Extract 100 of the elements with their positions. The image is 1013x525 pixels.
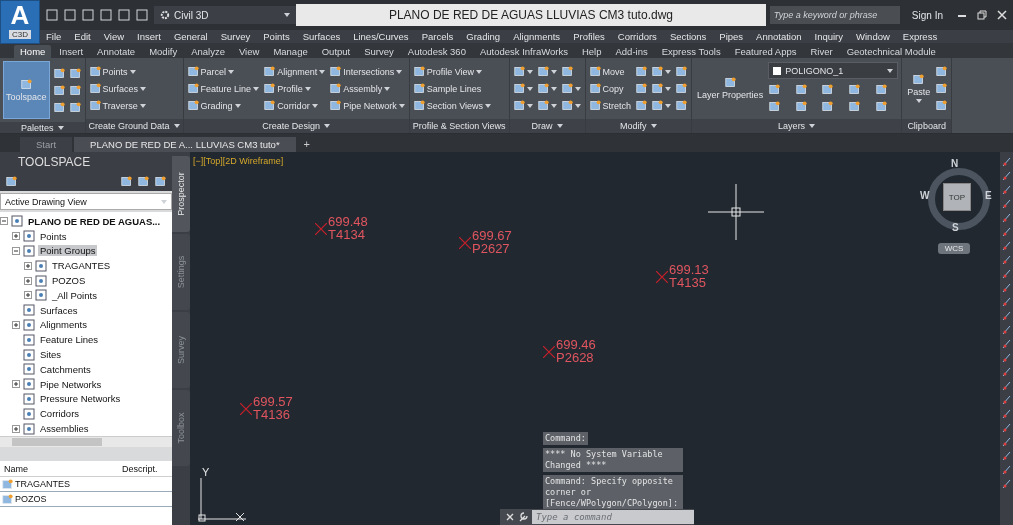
panel-title[interactable]: Draw: [509, 119, 585, 133]
ribbon-tool[interactable]: Profile: [263, 82, 327, 95]
tool-icon[interactable]: [1001, 184, 1012, 195]
tree-item[interactable]: Catchments: [38, 363, 93, 375]
tool-icon[interactable]: [1001, 394, 1012, 405]
tree-item[interactable]: Feature Lines: [38, 334, 101, 346]
view-dropdown[interactable]: Active Drawing View: [0, 193, 172, 210]
ribbon-tab[interactable]: Analyze: [185, 45, 231, 58]
menu-item[interactable]: Parcels: [421, 31, 454, 42]
big-tool-button[interactable]: Layer Properties: [695, 75, 766, 102]
tool-icon[interactable]: [1001, 380, 1012, 391]
tool-icon[interactable]: [1001, 254, 1012, 265]
ribbon-tool-button[interactable]: [52, 83, 66, 97]
ribbon-tool[interactable]: Alignment: [263, 65, 327, 78]
tool-icon[interactable]: [187, 100, 199, 111]
tool-icon[interactable]: [89, 66, 101, 77]
ribbon-tool[interactable]: Move: [588, 65, 633, 78]
document-tab[interactable]: Start: [20, 137, 73, 152]
tool-icon[interactable]: [138, 176, 149, 187]
tool-icon[interactable]: [330, 66, 342, 77]
menu-item[interactable]: General: [173, 31, 208, 42]
ribbon-tool[interactable]: Intersections: [329, 65, 406, 78]
expand-icon[interactable]: [12, 232, 20, 241]
ribbon-tool[interactable]: Grading: [186, 99, 261, 112]
menu-item[interactable]: Edit: [74, 31, 91, 42]
menu-item[interactable]: Profiles: [573, 31, 605, 42]
new-tab-button[interactable]: +: [297, 136, 317, 152]
ribbon-tab[interactable]: Modify: [143, 45, 184, 58]
ribbon-tool[interactable]: Section Views: [412, 99, 493, 112]
ribbon-tool-button[interactable]: [635, 82, 649, 95]
ribbon-tool-button[interactable]: [536, 82, 558, 95]
restore-icon[interactable]: [977, 10, 987, 20]
ribbon-tool-button[interactable]: [935, 99, 949, 112]
quick-access-icon[interactable]: [136, 9, 148, 21]
column-header[interactable]: Name: [0, 463, 118, 474]
menu-item[interactable]: Window: [856, 31, 890, 42]
ribbon-tab[interactable]: Featured Apps: [728, 45, 803, 58]
compass-label[interactable]: S: [952, 222, 959, 233]
menu-item[interactable]: Inquiry: [814, 31, 844, 42]
ribbon-tool-button[interactable]: [560, 82, 582, 95]
tool-icon[interactable]: [589, 100, 601, 111]
wrench-icon[interactable]: [518, 512, 528, 522]
menu-item[interactable]: Points: [263, 31, 290, 42]
ribbon-tool-button[interactable]: [635, 65, 649, 78]
tool-icon[interactable]: [1001, 478, 1012, 489]
close-icon[interactable]: [997, 10, 1007, 20]
ribbon-tab[interactable]: Add-ins: [609, 45, 654, 58]
collapse-icon[interactable]: [12, 247, 20, 255]
document-tab[interactable]: PLANO DE RED DE A... LLUVIAS CM3 tuto*: [74, 137, 296, 152]
tool-icon[interactable]: [187, 66, 199, 77]
tool-icon[interactable]: [1001, 310, 1012, 321]
ribbon-tool[interactable]: Stretch: [588, 99, 633, 112]
compass-label[interactable]: W: [920, 190, 930, 201]
tree-item[interactable]: Assemblies: [38, 423, 91, 435]
ribbon-tool[interactable]: Points: [88, 65, 148, 78]
expand-icon[interactable]: [12, 424, 20, 433]
expand-icon[interactable]: [12, 380, 20, 389]
ribbon-tool-button[interactable]: [675, 99, 689, 112]
expand-icon[interactable]: [24, 261, 32, 270]
tree-item[interactable]: Points: [38, 230, 69, 242]
ribbon-tool-button[interactable]: [512, 99, 534, 112]
tool-icon[interactable]: [1001, 422, 1012, 433]
tool-icon[interactable]: [1001, 170, 1012, 181]
drawing-canvas[interactable]: [190, 152, 1000, 525]
ribbon-tool[interactable]: Assembly: [329, 82, 406, 95]
menu-item[interactable]: Express: [902, 31, 938, 42]
panel-title[interactable]: Layers: [692, 119, 902, 133]
panel-title[interactable]: Create Design: [183, 119, 409, 133]
ribbon-tool-button[interactable]: [68, 66, 82, 80]
expand-icon[interactable]: [24, 276, 32, 285]
ribbon-tool-button[interactable]: [536, 99, 558, 112]
ribbon-tool-button[interactable]: [52, 66, 66, 80]
ribbon-tab[interactable]: View: [232, 45, 266, 58]
tool-icon[interactable]: [724, 77, 736, 88]
close-icon[interactable]: [506, 513, 514, 521]
tool-icon[interactable]: [89, 83, 101, 94]
tree-item[interactable]: Sites: [38, 349, 64, 361]
tool-icon[interactable]: [1001, 226, 1012, 237]
quick-access-icon[interactable]: [64, 9, 76, 21]
app-logo[interactable]: A C3D: [0, 0, 40, 44]
ribbon-tool[interactable]: Corridor: [263, 99, 327, 112]
tool-icon[interactable]: [264, 66, 276, 77]
sign-in-link[interactable]: Sign In: [911, 9, 943, 21]
ribbon-tool-button[interactable]: [935, 65, 949, 78]
ribbon-tab[interactable]: Survey: [358, 45, 400, 58]
tool-icon[interactable]: [1001, 156, 1012, 167]
menu-item[interactable]: Sections: [669, 31, 707, 42]
ribbon-tool-button[interactable]: [651, 99, 673, 112]
command-field[interactable]: Type a command: [532, 510, 694, 524]
tool-icon[interactable]: [1001, 212, 1012, 223]
ribbon-tool-button[interactable]: [675, 65, 689, 78]
tool-icon[interactable]: [413, 66, 425, 77]
tool-icon[interactable]: [1001, 352, 1012, 363]
tool-icon[interactable]: [264, 100, 276, 111]
collapse-icon[interactable]: [0, 217, 8, 226]
tool-icon[interactable]: [1001, 366, 1012, 377]
viewcube-face[interactable]: TOP: [943, 183, 971, 211]
menu-item[interactable]: Annotation: [756, 31, 802, 42]
ribbon-tool[interactable]: Parcel: [186, 65, 261, 78]
tool-icon[interactable]: [1001, 324, 1012, 335]
